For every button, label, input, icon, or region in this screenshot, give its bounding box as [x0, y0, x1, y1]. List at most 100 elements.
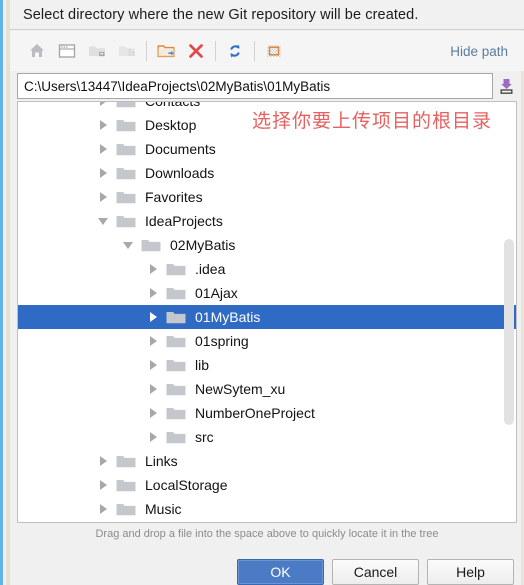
tree-row[interactable]: 01spring — [18, 329, 516, 353]
tree-row[interactable]: NewSytem_xu — [18, 377, 516, 401]
hide-path-link[interactable]: Hide path — [450, 44, 512, 59]
folder-icon — [116, 501, 138, 517]
drive-folder-icon — [82, 36, 112, 66]
chevron-down-icon[interactable] — [96, 214, 110, 228]
tree-row-label: Contacts — [145, 101, 201, 109]
tree-row[interactable]: Favorites — [18, 185, 516, 209]
dialog-frame-left — [6, 0, 10, 585]
home-icon[interactable] — [22, 36, 52, 66]
toolbar: Hide path — [10, 31, 524, 71]
tree-row-label: Documents — [145, 141, 216, 157]
tree-row-label: Downloads — [145, 165, 215, 181]
folder-icon — [116, 117, 138, 133]
folder-icon — [166, 333, 188, 349]
tree-row-label: 02MyBatis — [170, 237, 236, 253]
tree-row[interactable]: Links — [18, 449, 516, 473]
tree-row[interactable]: Documents — [18, 137, 516, 161]
tree-row[interactable]: Contacts — [18, 101, 516, 113]
folder-icon — [141, 237, 163, 253]
chevron-right-icon[interactable] — [96, 478, 110, 492]
tree-row-label: 01Ajax — [195, 285, 238, 301]
chevron-right-icon[interactable] — [146, 382, 160, 396]
chevron-right-icon[interactable] — [96, 102, 110, 108]
chevron-right-icon[interactable] — [146, 430, 160, 444]
folder-icon — [166, 405, 188, 421]
desktop-icon[interactable] — [52, 36, 82, 66]
tree-row[interactable]: src — [18, 425, 516, 449]
tree-row[interactable]: Desktop — [18, 113, 516, 137]
tree-row[interactable]: LocalStorage — [18, 473, 516, 497]
tree-row[interactable]: 02MyBatis — [18, 233, 516, 257]
git-repo-directory-dialog: Select directory where the new Git repos… — [0, 0, 524, 585]
toolbar-separator — [146, 41, 147, 61]
folder-icon — [116, 165, 138, 181]
dialog-button-bar: OK Cancel Help — [237, 559, 514, 585]
folder-icon — [166, 309, 188, 325]
tree-row[interactable]: Downloads — [18, 161, 516, 185]
path-input[interactable] — [17, 73, 493, 99]
folder-icon — [116, 189, 138, 205]
tree-row-label: lib — [195, 357, 210, 373]
tree-row-label: NewSytem_xu — [195, 381, 286, 397]
tree-scrollbar-track[interactable] — [504, 102, 515, 522]
cancel-button[interactable]: Cancel — [332, 559, 419, 585]
tree-row[interactable]: lib — [18, 353, 516, 377]
tree-row-label: LocalStorage — [145, 477, 228, 493]
folder-icon — [166, 357, 188, 373]
tree-row[interactable]: 01Ajax — [18, 281, 516, 305]
chevron-right-icon[interactable] — [146, 334, 160, 348]
tree-row-label: 01MyBatis — [195, 309, 261, 325]
ok-button[interactable]: OK — [237, 559, 324, 585]
project-folder-icon — [112, 36, 142, 66]
tree-row-label: 01spring — [195, 333, 249, 349]
tree-rows: Contacts Desktop Documents Downloads Favorit… — [18, 101, 516, 521]
folder-icon — [166, 429, 188, 445]
directory-tree[interactable]: Contacts Desktop Documents Downloads Favorit… — [17, 101, 517, 523]
chevron-right-icon[interactable] — [146, 310, 160, 324]
chevron-down-icon[interactable] — [121, 238, 135, 252]
tree-row-label: Favorites — [145, 189, 203, 205]
tree-row-label: Links — [145, 453, 178, 469]
chevron-right-icon[interactable] — [96, 118, 110, 132]
chevron-right-icon[interactable] — [96, 454, 110, 468]
paste-path-icon[interactable] — [495, 73, 517, 99]
chevron-right-icon[interactable] — [96, 166, 110, 180]
chevron-right-icon[interactable] — [146, 406, 160, 420]
path-row — [17, 73, 517, 99]
chevron-right-icon[interactable] — [146, 286, 160, 300]
tree-row-label: .idea — [195, 261, 226, 277]
delete-icon[interactable] — [181, 36, 211, 66]
refresh-icon[interactable] — [220, 36, 250, 66]
tree-row-label: NumberOneProject — [195, 405, 315, 421]
tree-row-label: IdeaProjects — [145, 213, 223, 229]
tree-scrollbar-thumb[interactable] — [504, 239, 514, 425]
folder-icon — [116, 213, 138, 229]
help-button[interactable]: Help — [427, 559, 514, 585]
tree-row[interactable]: NumberOneProject — [18, 401, 516, 425]
tree-row-label: src — [195, 429, 214, 445]
dialog-header: Select directory where the new Git repos… — [10, 0, 524, 30]
chevron-right-icon[interactable] — [96, 142, 110, 156]
tree-row[interactable]: Music — [18, 497, 516, 521]
chevron-right-icon[interactable] — [96, 190, 110, 204]
folder-icon — [116, 141, 138, 157]
chevron-right-icon[interactable] — [96, 502, 110, 516]
chevron-right-icon[interactable] — [146, 262, 160, 276]
folder-icon — [166, 285, 188, 301]
tree-row-label: Desktop — [145, 117, 197, 133]
new-folder-icon[interactable] — [151, 36, 181, 66]
folder-icon — [116, 102, 138, 109]
folder-icon — [166, 261, 188, 277]
tree-row[interactable]: 01MyBatis — [18, 305, 516, 329]
tree-row[interactable]: IdeaProjects — [18, 209, 516, 233]
toolbar-separator — [254, 41, 255, 61]
folder-icon — [116, 453, 138, 469]
tree-row-label: Music — [145, 501, 182, 517]
chevron-right-icon[interactable] — [146, 358, 160, 372]
tree-row[interactable]: .idea — [18, 257, 516, 281]
toolbar-separator — [215, 41, 216, 61]
drag-drop-hint: Drag and drop a file into the space abov… — [95, 528, 439, 540]
folder-icon — [166, 381, 188, 397]
dialog-title: Select directory where the new Git repos… — [23, 6, 419, 23]
show-hidden-files-icon[interactable] — [259, 36, 289, 66]
